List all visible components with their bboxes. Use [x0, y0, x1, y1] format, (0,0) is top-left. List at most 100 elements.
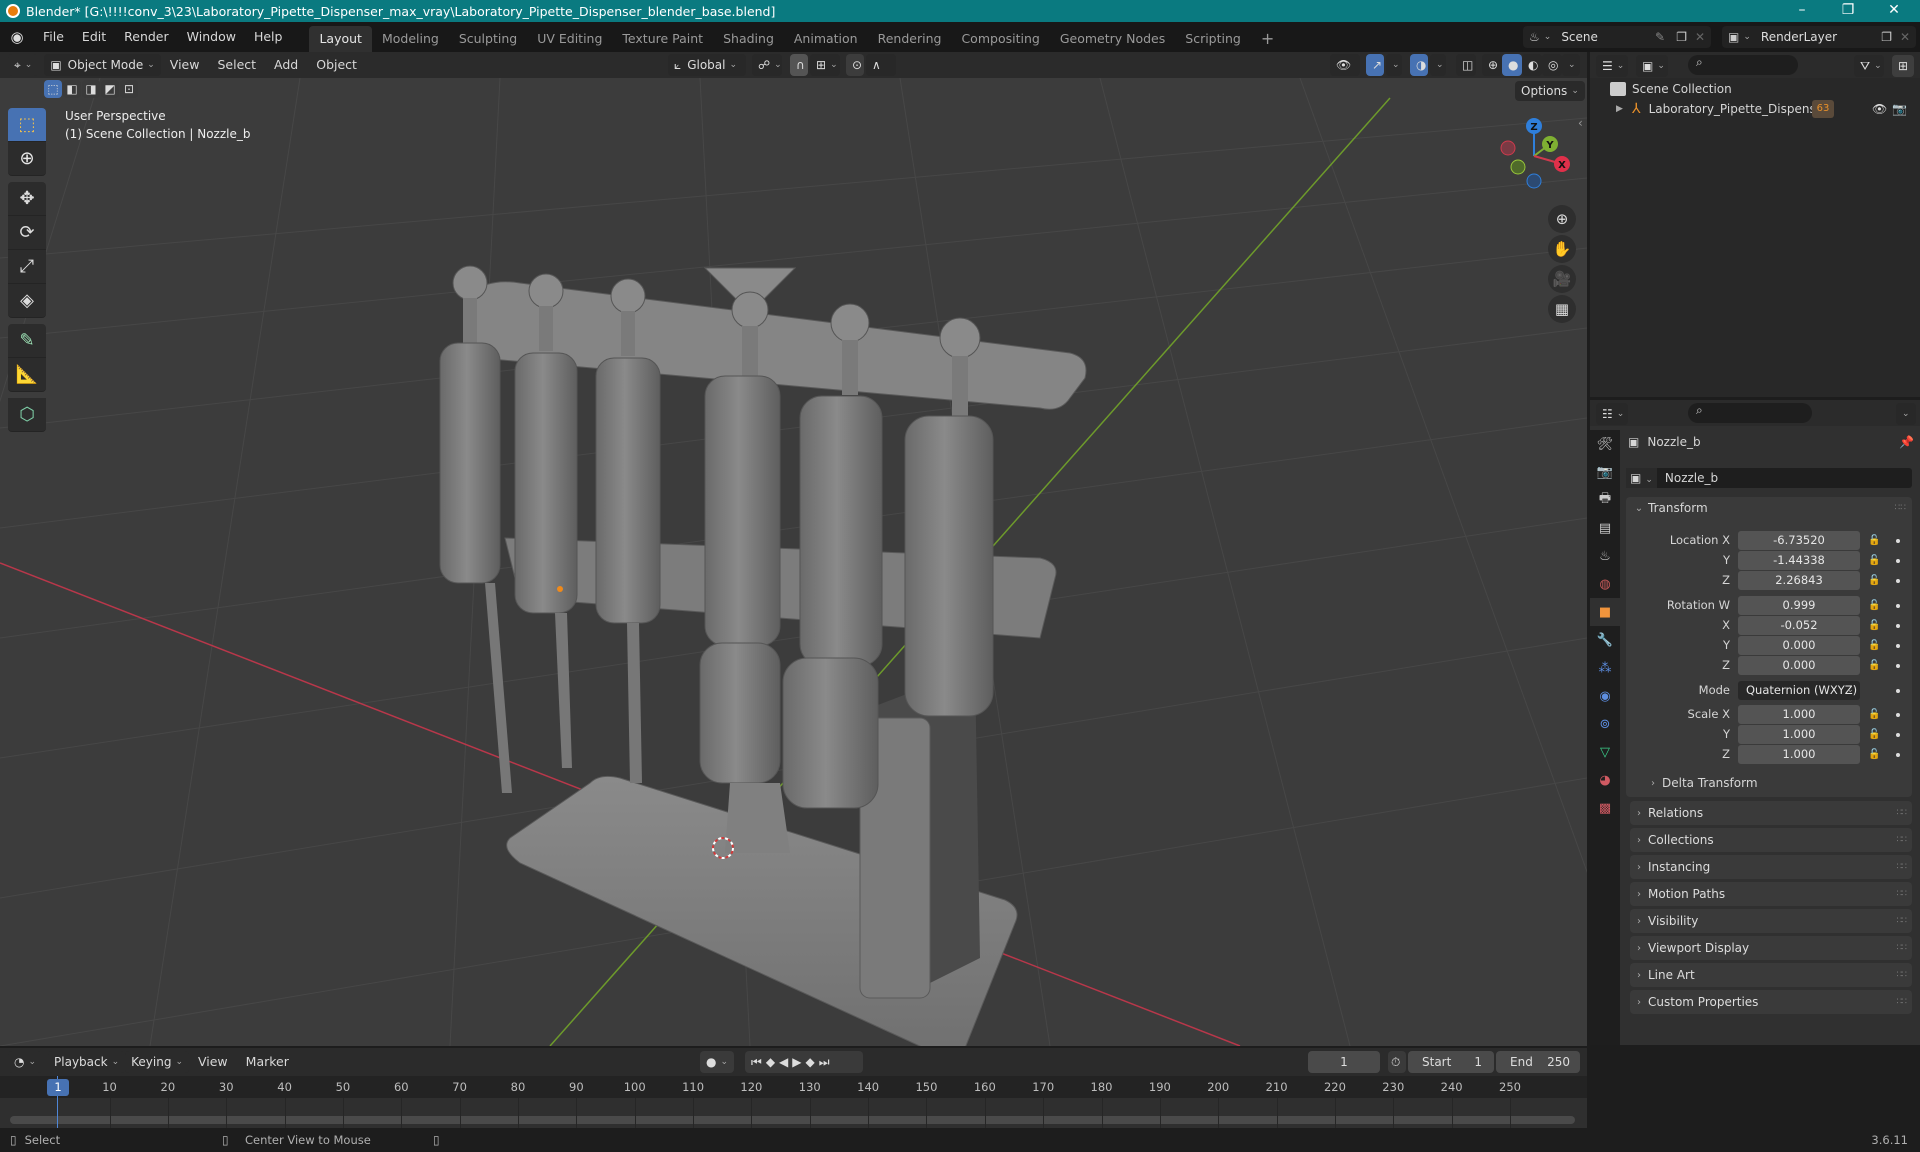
viewport-menu-select[interactable]: Select: [208, 50, 265, 80]
end-frame-field[interactable]: End 250: [1496, 1051, 1580, 1073]
timeline-view-menu[interactable]: View: [189, 1047, 237, 1077]
lock-icon[interactable]: 🔓: [1868, 551, 1880, 570]
rotation-x-field[interactable]: -0.052: [1738, 616, 1860, 635]
panel-custom-properties[interactable]: › Custom Properties ∷∷: [1630, 990, 1912, 1014]
add-cube-tool[interactable]: ⬡: [8, 398, 46, 432]
filter-dropdown[interactable]: ⛛ ⌄: [1854, 55, 1884, 77]
transform-panel-header[interactable]: ⌄ Transform ∷∷: [1630, 501, 1912, 515]
shading-material[interactable]: ◐: [1522, 54, 1542, 76]
pin-icon[interactable]: 📌: [1899, 435, 1914, 449]
rotate-tool[interactable]: ⟳: [8, 216, 46, 250]
new-collection-button[interactable]: ⊞: [1892, 55, 1914, 77]
lock-icon[interactable]: 🔓: [1868, 636, 1880, 655]
viewport-menu-add[interactable]: Add: [265, 50, 307, 80]
scale-tool[interactable]: ⤢: [8, 250, 46, 284]
pivot-point-selector[interactable]: ☍ ⌄: [752, 54, 782, 76]
workspace-tab-modeling[interactable]: Modeling: [372, 26, 449, 52]
select-mode-intersect-icon[interactable]: ⊡: [120, 80, 138, 98]
options-dropdown[interactable]: Options ⌄: [1515, 81, 1585, 101]
tab-scene[interactable]: ♨: [1590, 542, 1620, 570]
cursor-tool[interactable]: ⊕: [8, 142, 46, 176]
timeline-marker-menu[interactable]: Marker: [237, 1047, 298, 1077]
viewport-menu-object[interactable]: Object: [307, 50, 366, 80]
delta-transform-subpanel[interactable]: › Delta Transform: [1644, 776, 1758, 790]
outliner-row[interactable]: ▶ ⅄ Laboratory_Pipette_Dispenser 63 👁 📷: [1616, 99, 1916, 119]
panel-viewport-display[interactable]: › Viewport Display ∷∷: [1630, 936, 1912, 960]
tab-view-layer[interactable]: ▤: [1590, 514, 1620, 542]
annotate-tool[interactable]: ✎: [8, 324, 46, 358]
overlay-toggle[interactable]: ◑: [1410, 54, 1428, 76]
new-scene-icon[interactable]: ❐: [1676, 30, 1687, 44]
lock-icon[interactable]: 🔓: [1868, 745, 1880, 764]
eye-visibility-icon[interactable]: 👁: [1872, 102, 1887, 116]
menu-window[interactable]: Window: [178, 22, 245, 52]
delete-view-layer-icon[interactable]: ✕: [1900, 30, 1910, 44]
pan-hand-icon[interactable]: ✋: [1548, 235, 1576, 263]
workspace-tab-compositing[interactable]: Compositing: [951, 26, 1049, 52]
rotation-z-field[interactable]: 0.000: [1738, 656, 1860, 675]
menu-edit[interactable]: Edit: [73, 22, 115, 52]
perspective-grid-icon[interactable]: ▦: [1548, 295, 1576, 323]
lock-icon[interactable]: 🔓: [1868, 616, 1880, 635]
location-x-field[interactable]: -6.73520: [1738, 531, 1860, 550]
view-layer-selector[interactable]: ▣ ⌄ RenderLayer ❐ ✕: [1722, 26, 1916, 48]
jump-start-icon[interactable]: ⏮: [751, 1055, 766, 1070]
object-datablock-field[interactable]: ▣ ⌄ Nozzle_b: [1626, 468, 1912, 488]
keyframe-dot-icon[interactable]: [1896, 689, 1900, 693]
tab-particles[interactable]: ⁂: [1590, 654, 1620, 682]
drag-grip-icon[interactable]: ∷∷: [1897, 889, 1908, 899]
workspace-tab-sculpting[interactable]: Sculpting: [449, 26, 527, 52]
sidebar-toggle-icon[interactable]: ‹: [1578, 116, 1583, 130]
lock-icon[interactable]: 🔓: [1868, 531, 1880, 550]
jump-end-icon[interactable]: ⏭: [819, 1055, 834, 1070]
timeline-editor-type[interactable]: ◔ ⌄: [8, 1051, 43, 1073]
drag-grip-icon[interactable]: ∷∷: [1897, 997, 1908, 1007]
workspace-tab-geometry-nodes[interactable]: Geometry Nodes: [1050, 26, 1175, 52]
shading-wireframe[interactable]: ⊕: [1482, 54, 1502, 76]
blender-menu-icon[interactable]: ◉: [0, 28, 34, 46]
scene-selector[interactable]: ♨ ⌄ Scene ✎ ❐ ✕: [1523, 26, 1711, 48]
shading-solid[interactable]: ●: [1502, 54, 1522, 76]
keying-menu[interactable]: Keying ⌄: [125, 1051, 189, 1073]
play-reverse-icon[interactable]: ◀: [779, 1055, 792, 1069]
children-badge[interactable]: 63: [1812, 100, 1834, 118]
drag-grip-icon[interactable]: ∷∷: [1897, 943, 1908, 953]
display-mode-selector[interactable]: ▣ ⌄: [1636, 55, 1668, 77]
outliner-editor-type[interactable]: ☰ ⌄: [1596, 55, 1628, 77]
workspace-tab-uv-editing[interactable]: UV Editing: [527, 26, 612, 52]
expand-arrow-icon[interactable]: ▶: [1616, 104, 1632, 114]
menu-file[interactable]: File: [34, 22, 73, 52]
frame-ruler[interactable]: 10 20 30 40 50 60 70 80 90 100 110 120 130 140 150 160 1…: [0, 1076, 1587, 1098]
drag-grip-icon[interactable]: ∷∷: [1897, 808, 1908, 818]
visibility-selector[interactable]: 👁: [1330, 54, 1360, 76]
outliner-scene-collection[interactable]: Scene Collection: [1610, 79, 1732, 99]
rotation-w-field[interactable]: 0.999: [1738, 596, 1860, 615]
new-view-layer-icon[interactable]: ❐: [1881, 30, 1892, 44]
keyframe-dot-icon[interactable]: [1896, 559, 1900, 563]
keyframe-dot-icon[interactable]: [1896, 713, 1900, 717]
3d-viewport[interactable]: ⬚ ◧ ◨ ◩ ⊡ User Perspective (1) Scene Col…: [0, 78, 1587, 1046]
tab-modifiers[interactable]: 🔧: [1590, 626, 1620, 654]
xray-toggle[interactable]: ◫: [1456, 54, 1476, 76]
tab-texture[interactable]: ▩: [1590, 794, 1620, 822]
keyframe-dot-icon[interactable]: [1896, 579, 1900, 583]
workspace-tab-animation[interactable]: Animation: [784, 26, 868, 52]
tab-render[interactable]: 📷: [1590, 458, 1620, 486]
viewport-menu-view[interactable]: View: [161, 50, 209, 80]
panel-visibility[interactable]: › Visibility ∷∷: [1630, 909, 1912, 933]
outliner-search-input[interactable]: ⌕: [1688, 55, 1798, 75]
timeline-scrollbar[interactable]: [10, 1116, 1575, 1124]
minimize-button[interactable]: –: [1782, 0, 1822, 22]
panel-collections[interactable]: › Collections ∷∷: [1630, 828, 1912, 852]
tab-object[interactable]: ■: [1590, 598, 1620, 626]
tab-material[interactable]: ◕: [1590, 766, 1620, 794]
scale-z-field[interactable]: 1.000: [1738, 745, 1860, 764]
select-box-tool[interactable]: ⬚: [8, 108, 46, 142]
properties-options[interactable]: ⌄: [1896, 403, 1916, 425]
current-frame-field[interactable]: 1: [1308, 1051, 1380, 1073]
shading-options[interactable]: ⌄: [1562, 54, 1580, 76]
keyframe-dot-icon[interactable]: [1896, 624, 1900, 628]
snap-target-selector[interactable]: ⊞ ⌄: [810, 54, 840, 76]
tab-tool[interactable]: 🛠: [1590, 430, 1620, 458]
rotation-mode-dropdown[interactable]: Quaternion (WXYZ) ⌄: [1738, 681, 1860, 700]
